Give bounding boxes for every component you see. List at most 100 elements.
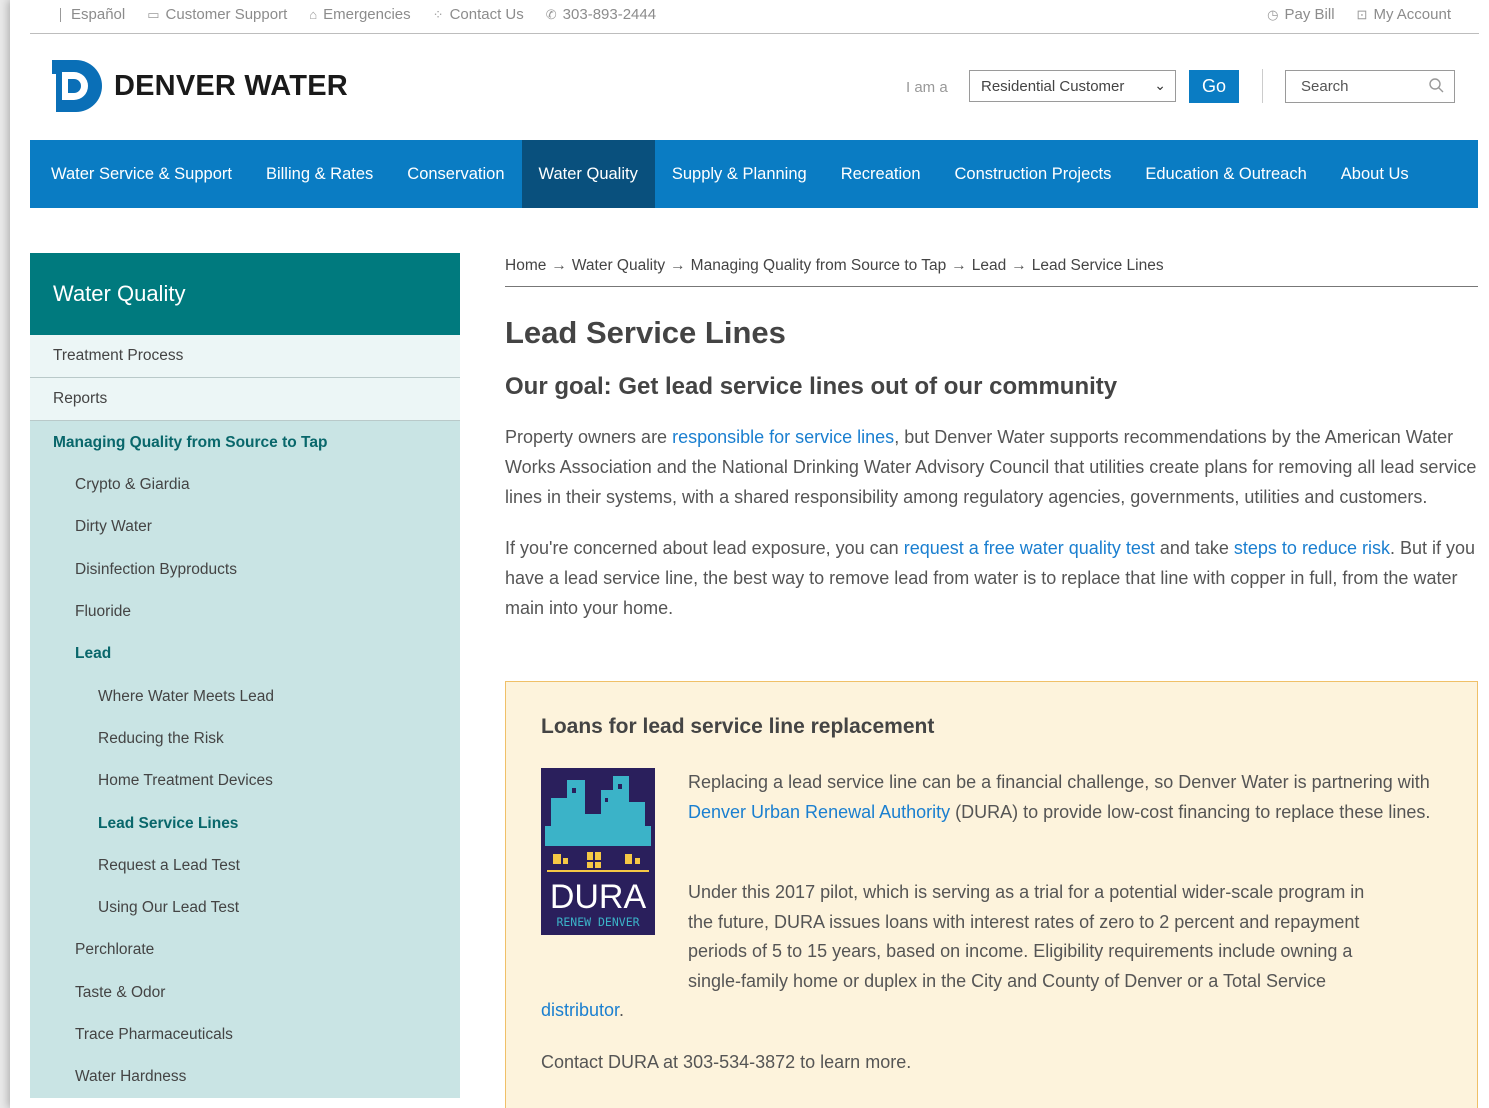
chevron-down-icon: ⌄	[1154, 77, 1166, 93]
chat-icon: ▭	[147, 6, 160, 22]
callout-paragraph-2: Under this 2017 pilot, which is serving …	[541, 878, 1461, 1026]
sidebar-item-using-lead-test[interactable]: Using Our Lead Test	[30, 887, 460, 929]
my-account-link[interactable]: ⊡ My Account	[1357, 6, 1451, 23]
customer-support-label: Customer Support	[165, 6, 288, 23]
nav-billing-rates[interactable]: Billing & Rates	[249, 140, 390, 208]
c2-line-4: single-family home or duplex in the City…	[688, 970, 1326, 991]
page-title: Lead Service Lines	[505, 315, 786, 350]
sidebar-item-treatment-process[interactable]: Treatment Process	[30, 335, 460, 378]
page: Español ▭ Customer Support ⌂ Emergencies…	[10, 0, 1489, 1108]
pay-bill-link[interactable]: ◷ Pay Bill	[1267, 6, 1334, 23]
callout-title: Loans for lead service line replacement	[541, 715, 935, 738]
p2-text-middle: and take	[1154, 538, 1234, 558]
utility-left: Español ▭ Customer Support ⌂ Emergencies…	[60, 6, 678, 23]
utility-bar: Español ▭ Customer Support ⌂ Emergencies…	[30, 0, 1479, 34]
page-subtitle: Our goal: Get lead service lines out of …	[505, 373, 1118, 400]
breadcrumb: Home → Water Quality → Managing Quality …	[505, 245, 1478, 287]
clock-icon: ◷	[1267, 6, 1279, 22]
c2-line-1: Under this 2017 pilot, which is serving …	[688, 882, 1365, 902]
header-divider	[1262, 69, 1263, 103]
dura-link[interactable]: Denver Urban Renewal Authority	[688, 802, 950, 822]
customer-support-link[interactable]: ▭ Customer Support	[147, 6, 287, 23]
distributor-link[interactable]: distributor	[541, 1000, 619, 1020]
nav-water-service[interactable]: Water Service & Support	[30, 140, 249, 208]
callout-contact: Contact DURA at 303-534-3872 to learn mo…	[541, 1052, 912, 1072]
search-icon[interactable]	[1428, 77, 1446, 95]
sidebar-item-trace-pharmaceuticals[interactable]: Trace Pharmaceuticals	[30, 1014, 460, 1056]
contact-us-link[interactable]: ⁘ Contact Us	[433, 6, 524, 23]
search-input[interactable]: Search	[1285, 70, 1455, 103]
sidebar-item-crypto-giardia[interactable]: Crypto & Giardia	[30, 464, 460, 506]
c1-text-start: Replacing a lead service line can be a f…	[688, 772, 1430, 792]
customer-type-select[interactable]: Residential Customer ⌄	[969, 70, 1176, 102]
reduce-risk-link[interactable]: steps to reduce risk	[1234, 538, 1390, 558]
phone-icon: ✆	[545, 6, 557, 22]
denver-water-logo[interactable]: DENVER WATER	[52, 60, 348, 112]
sidebar-item-home-treatment-devices[interactable]: Home Treatment Devices	[30, 760, 460, 802]
sidebar-title[interactable]: Water Quality	[30, 253, 460, 335]
arrow-right-icon: →	[951, 256, 967, 274]
nav-education-outreach[interactable]: Education & Outreach	[1128, 140, 1323, 208]
nav-construction-projects[interactable]: Construction Projects	[938, 140, 1129, 208]
breadcrumb-lead[interactable]: Lead	[972, 257, 1006, 275]
divider-icon	[60, 7, 61, 22]
breadcrumb-home[interactable]: Home	[505, 257, 546, 275]
sidebar-item-reports[interactable]: Reports	[30, 378, 460, 421]
nav-conservation[interactable]: Conservation	[390, 140, 521, 208]
phone-link[interactable]: ✆ 303-893-2444	[546, 6, 656, 23]
emergencies-label: Emergencies	[323, 6, 411, 23]
sidebar-item-lead-service-lines[interactable]: Lead Service Lines	[30, 802, 460, 844]
phone-label: 303-893-2444	[562, 6, 657, 23]
go-button[interactable]: Go	[1189, 70, 1239, 103]
callout-paragraph-1: Replacing a lead service line can be a f…	[688, 768, 1458, 827]
arrow-right-icon: →	[1011, 256, 1027, 274]
logo-d-icon	[52, 60, 102, 112]
loans-callout: Loans for lead service line replacement	[505, 681, 1478, 1108]
free-test-link[interactable]: request a free water quality test	[904, 538, 1155, 558]
sidebar: Water Quality Treatment Process Reports …	[30, 253, 460, 1099]
p2-text-start: If you're concerned about lead exposure,…	[505, 538, 904, 558]
nav-recreation[interactable]: Recreation	[824, 140, 938, 208]
main-content: Home → Water Quality → Managing Quality …	[505, 245, 1478, 1108]
sidebar-item-perchlorate[interactable]: Perchlorate	[30, 929, 460, 971]
sidebar-subnav: Crypto & Giardia Dirty Water Disinfectio…	[30, 464, 460, 1099]
intro-paragraph: Property owners are responsible for serv…	[505, 422, 1478, 512]
nav-supply-planning[interactable]: Supply & Planning	[655, 140, 824, 208]
arrow-right-icon: →	[670, 256, 686, 274]
contact-us-label: Contact Us	[449, 6, 524, 23]
breadcrumb-managing-quality[interactable]: Managing Quality from Source to Tap	[691, 257, 947, 275]
nav-water-quality[interactable]: Water Quality	[521, 140, 655, 208]
main-navigation: Water Service & Support Billing & Rates …	[30, 140, 1478, 208]
exposure-paragraph: If you're concerned about lead exposure,…	[505, 533, 1478, 623]
sidebar-item-request-lead-test[interactable]: Request a Lead Test	[30, 845, 460, 887]
responsible-link[interactable]: responsible for service lines	[672, 427, 894, 447]
utility-right: ◷ Pay Bill ⊡ My Account	[1245, 6, 1451, 23]
sidebar-item-reducing-the-risk[interactable]: Reducing the Risk	[30, 718, 460, 760]
c2-line-3: periods of 5 to 15 years, based on incom…	[688, 941, 1353, 962]
arrow-right-icon: →	[551, 256, 567, 274]
sidebar-item-fluoride[interactable]: Fluoride	[30, 591, 460, 633]
c2-period: .	[619, 1000, 625, 1021]
alert-icon: ⌂	[309, 7, 318, 22]
breadcrumb-water-quality[interactable]: Water Quality	[572, 257, 665, 275]
i-am-a-label: I am a	[906, 79, 948, 96]
grid-icon: ⁘	[432, 6, 444, 22]
customer-type-value: Residential Customer	[981, 77, 1125, 95]
language-label: Español	[71, 6, 126, 23]
emergencies-link[interactable]: ⌂ Emergencies	[309, 6, 410, 23]
sidebar-item-lead[interactable]: Lead	[30, 633, 460, 675]
sidebar-item-dirty-water[interactable]: Dirty Water	[30, 506, 460, 548]
language-link[interactable]: Español	[60, 6, 125, 23]
account-icon: ⊡	[1356, 6, 1368, 22]
search-placeholder: Search	[1301, 78, 1349, 95]
pay-bill-label: Pay Bill	[1284, 6, 1335, 23]
c2-line-2: the future, DURA issues loans with inter…	[688, 911, 1360, 932]
sidebar-item-where-water-meets-lead[interactable]: Where Water Meets Lead	[30, 675, 460, 717]
nav-about-us[interactable]: About Us	[1324, 140, 1426, 208]
sidebar-item-managing-quality[interactable]: Managing Quality from Source to Tap	[30, 421, 460, 464]
sidebar-item-water-hardness[interactable]: Water Hardness	[30, 1056, 460, 1098]
c1-text-end: (DURA) to provide low-cost financing to …	[950, 801, 1431, 822]
p1-text-start: Property owners are	[505, 427, 673, 447]
sidebar-item-taste-odor[interactable]: Taste & Odor	[30, 972, 460, 1014]
sidebar-item-disinfection-byproducts[interactable]: Disinfection Byproducts	[30, 549, 460, 591]
